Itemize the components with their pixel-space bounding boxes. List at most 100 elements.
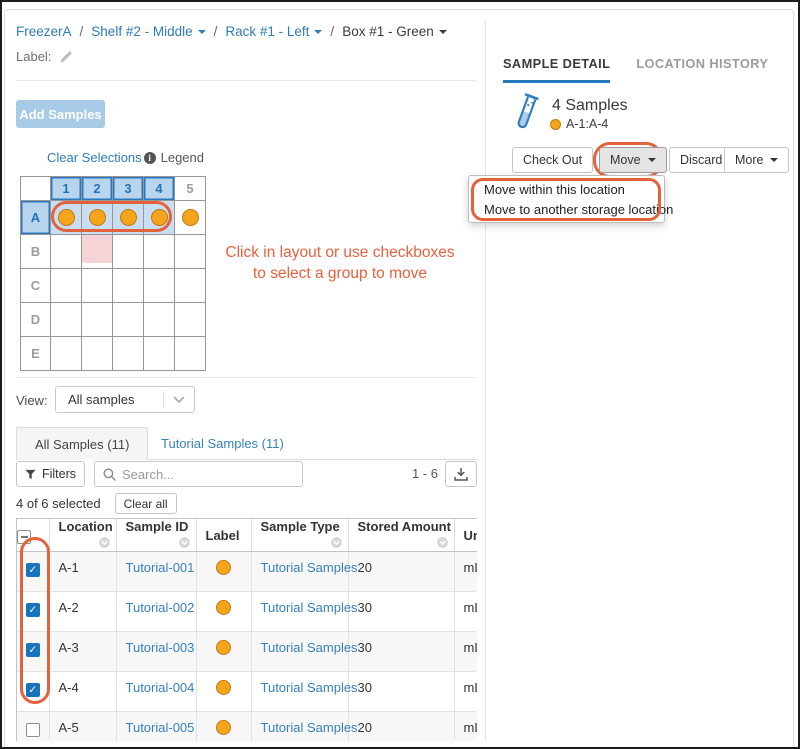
sample-id-link[interactable]: Tutorial-003 [126, 640, 195, 655]
tab-all-samples[interactable]: All Samples (11) [16, 427, 149, 460]
table-header-row: Location Sample ID Label Sample Type Sto… [17, 519, 477, 552]
chevron-down-icon [164, 396, 194, 404]
sample-dot-icon [150, 209, 168, 226]
breadcrumb-freezer-link[interactable]: FreezerA [16, 24, 72, 39]
grid-cell-B4[interactable] [144, 235, 175, 269]
sort-chevron-icon[interactable] [330, 536, 342, 551]
grid-cell-E5[interactable] [175, 337, 206, 371]
tab-sample-detail[interactable]: SAMPLE DETAIL [503, 56, 611, 83]
grid-row-header-C[interactable]: C [21, 269, 51, 303]
grid-cell-A1[interactable] [51, 201, 82, 235]
sample-id-link[interactable]: Tutorial-005 [126, 720, 195, 735]
grid-col-header-1[interactable]: 1 [51, 177, 82, 201]
grid-cell-B1[interactable] [51, 235, 82, 269]
grid-cell-A4[interactable] [144, 201, 175, 235]
tab-tutorial-samples[interactable]: Tutorial Samples (11) [161, 427, 284, 459]
grid-cell-E2[interactable] [82, 337, 113, 371]
check-out-button[interactable]: Check Out [512, 147, 594, 173]
sample-dot-icon [57, 209, 75, 226]
sample-dot-icon [550, 118, 561, 130]
sample-type-link[interactable]: Tutorial Samples [261, 640, 358, 655]
download-button[interactable] [445, 461, 477, 487]
grid-cell-B3[interactable] [113, 235, 144, 269]
sort-chevron-icon[interactable] [98, 536, 110, 551]
sample-id-link[interactable]: Tutorial-004 [126, 680, 195, 695]
search-icon [103, 468, 116, 481]
row-checkbox[interactable]: ✓ [25, 563, 40, 577]
grid-cell-E3[interactable] [113, 337, 144, 371]
column-header-location[interactable]: Location [49, 519, 117, 552]
move-button[interactable]: Move [599, 147, 667, 173]
sample-type-link[interactable]: Tutorial Samples [261, 600, 358, 615]
grid-col-header-2[interactable]: 2 [82, 177, 113, 201]
sort-chevron-icon[interactable] [178, 536, 190, 551]
grid-cell-B2[interactable] [82, 235, 113, 269]
column-header-units[interactable]: Units [454, 519, 477, 552]
grid-col-header-5[interactable]: 5 [175, 177, 206, 201]
sample-type-link[interactable]: Tutorial Samples [261, 680, 358, 695]
move-dropdown-menu: Move within this location Move to anothe… [468, 175, 673, 223]
more-button[interactable]: More [724, 147, 790, 173]
sample-type-link[interactable]: Tutorial Samples [261, 560, 358, 575]
grid-cell-D1[interactable] [51, 303, 82, 337]
menu-item-move-within[interactable]: Move within this location [469, 180, 664, 200]
column-header-label[interactable]: Label [196, 519, 252, 552]
grid-cell-C4[interactable] [144, 269, 175, 303]
row-checkbox[interactable]: ✓ [25, 643, 40, 657]
table-row: ✓ A-4 Tutorial-004 Tutorial Samples 30 m… [17, 671, 477, 712]
column-header-sample-type[interactable]: Sample Type [251, 519, 349, 552]
view-select[interactable]: All samples [55, 386, 195, 413]
view-label: View: [16, 393, 48, 408]
grid-cell-C2[interactable] [82, 269, 113, 303]
grid-cell-D4[interactable] [144, 303, 175, 337]
column-header-stored-amount[interactable]: Stored Amount [348, 519, 455, 552]
grid-cell-C5[interactable] [175, 269, 206, 303]
column-header-sample-id[interactable]: Sample ID [116, 519, 197, 552]
sample-id-link[interactable]: Tutorial-002 [126, 600, 195, 615]
grid-cell-A5[interactable] [175, 201, 206, 235]
clear-all-button[interactable]: Clear all [114, 493, 177, 514]
checkbox-indeterminate-icon[interactable] [17, 530, 31, 544]
menu-item-move-another[interactable]: Move to another storage location [469, 200, 673, 220]
grid-cell-B5[interactable] [175, 235, 206, 269]
sample-type-link[interactable]: Tutorial Samples [261, 720, 358, 735]
table-row: ✓ A-1 Tutorial-001 Tutorial Samples 20 m… [17, 551, 477, 592]
breadcrumb-separator: / [330, 24, 335, 39]
row-checkbox[interactable] [25, 723, 40, 737]
grid-row-header-A[interactable]: A [21, 201, 51, 235]
filters-button[interactable]: Filters [16, 461, 85, 487]
row-checkbox[interactable]: ✓ [25, 603, 40, 617]
grid-row-header-B[interactable]: B [21, 235, 51, 269]
table-row: A-5 Tutorial-005 Tutorial Samples 20 mL [17, 711, 477, 741]
add-samples-button[interactable]: Add Samples [16, 100, 105, 128]
grid-cell-C1[interactable] [51, 269, 82, 303]
search-input[interactable] [122, 466, 282, 482]
pencil-icon[interactable] [59, 50, 73, 64]
grid-corner [21, 177, 51, 201]
grid-col-header-4[interactable]: 4 [144, 177, 175, 201]
grid-col-header-3[interactable]: 3 [113, 177, 144, 201]
tab-location-history[interactable]: LOCATION HISTORY [636, 56, 768, 83]
grid-row-header-D[interactable]: D [21, 303, 51, 337]
grid-cell-D3[interactable] [113, 303, 144, 337]
clear-selections-link[interactable]: Clear Selections [47, 150, 142, 165]
test-tube-icon [508, 92, 542, 138]
sample-id-link[interactable]: Tutorial-001 [126, 560, 195, 575]
breadcrumb-rack-link[interactable]: Rack #1 - Left [225, 24, 323, 39]
grid-cell-C3[interactable] [113, 269, 144, 303]
grid-cell-E4[interactable] [144, 337, 175, 371]
grid-row-header-E[interactable]: E [21, 337, 51, 371]
sample-count-label: 4 Samples [552, 97, 628, 114]
table-row: ✓ A-3 Tutorial-003 Tutorial Samples 30 m… [17, 631, 477, 672]
grid-cell-A3[interactable] [113, 201, 144, 235]
row-checkbox[interactable]: ✓ [25, 683, 40, 697]
grid-cell-D5[interactable] [175, 303, 206, 337]
legend-toggle[interactable]: i Legend [143, 150, 204, 165]
grid-cell-D2[interactable] [82, 303, 113, 337]
breadcrumb-shelf-link[interactable]: Shelf #2 - Middle [91, 24, 206, 39]
selection-status-row: 4 of 6 selected Clear all [16, 493, 177, 514]
sort-chevron-icon[interactable] [436, 536, 448, 551]
grid-cell-A2[interactable] [82, 201, 113, 235]
breadcrumb-box-current[interactable]: Box #1 - Green [342, 24, 447, 39]
grid-cell-E1[interactable] [51, 337, 82, 371]
